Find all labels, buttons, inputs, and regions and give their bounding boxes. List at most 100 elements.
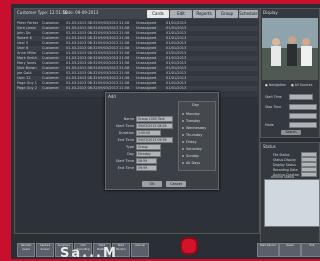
mode-field[interactable]: [289, 122, 317, 128]
status-row-label: Display Status: [273, 163, 296, 167]
table-cell: 01/01/2013: [166, 31, 187, 35]
dialog-field-label: End Time: [117, 166, 134, 170]
mode-label: Mode: [265, 123, 274, 127]
start-time-field[interactable]: [289, 94, 313, 100]
tab-schedule[interactable]: Schedule: [239, 10, 258, 18]
day-checkbox[interactable]: Tuesday: [182, 119, 200, 123]
application-window: Customer Type: 12:51:56 Date: 09-09-2013…: [11, 4, 320, 244]
table-cell: Unassigned: [136, 56, 157, 60]
table-cell: Unassigned: [136, 71, 157, 75]
start-time-label: Start Time: [265, 95, 282, 99]
checkbox-icon: [182, 155, 184, 157]
table-cell: 09/03/2013 21:58: [98, 31, 130, 35]
table-cell: 01/01/2013: [166, 26, 187, 30]
table-cell: 09/03/2013 21:58: [98, 86, 130, 90]
day-checkbox[interactable]: Friday: [182, 140, 197, 144]
stop-time-label: Stop Time: [265, 105, 282, 109]
day-checkbox[interactable]: Sunday: [182, 154, 199, 158]
table-cell: Customer: [42, 71, 60, 75]
table-cell: Robert K: [17, 36, 33, 40]
tab-group[interactable]: Group: [216, 10, 238, 18]
status-row-label: Recording Date: [273, 168, 298, 172]
dialog-field-input[interactable]: Group: [136, 144, 161, 150]
search-button[interactable]: Search: [281, 130, 301, 135]
table-cell: 01-03-2013 08:32: [66, 36, 98, 40]
table-cell: 01-03-2013 08:32: [66, 86, 98, 90]
toolbar-button-right[interactable]: Start Record: [257, 243, 279, 257]
status-title: Status: [263, 144, 276, 149]
toolbar-button[interactable]: Capture Screen: [36, 243, 54, 257]
table-cell: User 5: [17, 41, 29, 45]
cancel-button[interactable]: Cancel: [166, 181, 186, 187]
table-cell: Sara Lewis: [17, 26, 36, 30]
radio-navigation[interactable]: ● Navigation: [265, 83, 286, 87]
dialog-field-input[interactable]: Group 1000 Task: [136, 116, 173, 122]
table-cell: 09/03/2013 21:58: [98, 61, 130, 65]
record-icon[interactable]: [180, 237, 198, 255]
table-cell: 01-03-2013 08:32: [66, 51, 98, 55]
dialog-field-input[interactable]: Monday: [136, 151, 161, 157]
table-cell: Peter Parker: [17, 21, 39, 25]
day-checkbox[interactable]: Thursday: [182, 133, 202, 137]
table-cell: 01-03-2013 08:32: [66, 61, 98, 65]
toolbar-button[interactable]: Remote Assist: [17, 243, 35, 257]
stop-time-field[interactable]: [289, 104, 317, 110]
table-cell: 01/01/2013: [166, 56, 187, 60]
dialog-field-input[interactable]: 1:00:00: [136, 130, 161, 136]
checkbox-icon: [182, 127, 184, 129]
table-cell: Unassigned: [136, 41, 157, 45]
third-field[interactable]: [289, 113, 317, 119]
toolbar-button-right[interactable]: Reset: [279, 243, 301, 257]
day-label: Friday: [186, 140, 197, 144]
table-cell: 01/01/2013: [166, 41, 187, 45]
ok-button[interactable]: OK: [142, 181, 162, 187]
checkbox-icon: [182, 141, 184, 143]
table-cell: Mary Jones: [17, 61, 37, 65]
table-cell: Page Guy 2: [17, 86, 37, 90]
table-cell: 09/03/2013 21:58: [98, 46, 130, 50]
tab-reports[interactable]: Reports: [193, 10, 215, 18]
table-cell: 01/01/2013: [166, 71, 187, 75]
table-cell: Customer: [42, 31, 60, 35]
table-cell: Unassigned: [136, 31, 157, 35]
day-label: Wednesday: [186, 126, 207, 130]
table-cell: Customer: [42, 36, 60, 40]
table-cell: Page Guy 1: [17, 81, 37, 85]
table-cell: Unassigned: [136, 46, 157, 50]
day-checkbox[interactable]: Saturday: [182, 147, 202, 151]
dialog-field-input[interactable]: 08:59: [136, 158, 157, 164]
dialog-field-input[interactable]: 09/03/2013 08:59: [136, 123, 173, 129]
day-checkbox[interactable]: Monday: [182, 112, 200, 116]
toolbar-button-right[interactable]: Exit: [301, 243, 320, 257]
day-label: Monday: [186, 112, 200, 116]
table-cell: Unassigned: [136, 26, 157, 30]
checkbox-icon: [182, 148, 184, 150]
table-cell: 01-03-2013 08:32: [66, 76, 98, 80]
checkbox-icon: [182, 162, 184, 164]
day-list-title: Day: [192, 103, 199, 107]
day-checkbox[interactable]: All Days: [182, 161, 200, 165]
dialog-field-input[interactable]: 09:59: [136, 165, 157, 171]
table-row[interactable]: Page Guy 2 Customer 01-03-2013 08:32 09/03/…: [16, 86, 258, 91]
toolbar-button[interactable]: Interval: [131, 243, 149, 257]
table-cell: 01-03-2013 08:32: [66, 81, 98, 85]
status-notes-area[interactable]: [264, 179, 320, 227]
tab-edit[interactable]: Edit: [170, 10, 192, 18]
dialog-field-input[interactable]: 09/03/2013 09:59: [136, 137, 173, 143]
status-section: Status File Status Status Display Display …: [260, 142, 320, 244]
camera-image: [262, 18, 318, 80]
table-cell: 01/01/2013: [166, 81, 187, 85]
radio-all-sources[interactable]: ● All Sources: [291, 83, 312, 87]
tab-cards[interactable]: Cards: [147, 10, 169, 18]
status-row-label: File Status: [273, 153, 290, 157]
day-label: Sunday: [186, 154, 200, 158]
table-cell: 01-03-2013 08:32: [66, 41, 98, 45]
radio-all-sources-label: All Sources: [294, 83, 313, 87]
breadcrumb-left: Customer Type: 12:51:56: [17, 10, 68, 15]
table-cell: 01-03-2013 08:32: [66, 56, 98, 60]
day-checkbox[interactable]: Wednesday: [182, 126, 206, 130]
right-sidebar: Display ● Navigation ● All Sources Start…: [260, 8, 320, 244]
table-cell: 01-03-2013 08:32: [66, 21, 98, 25]
display-title: Display: [263, 10, 278, 15]
day-label: Thursday: [186, 133, 203, 137]
